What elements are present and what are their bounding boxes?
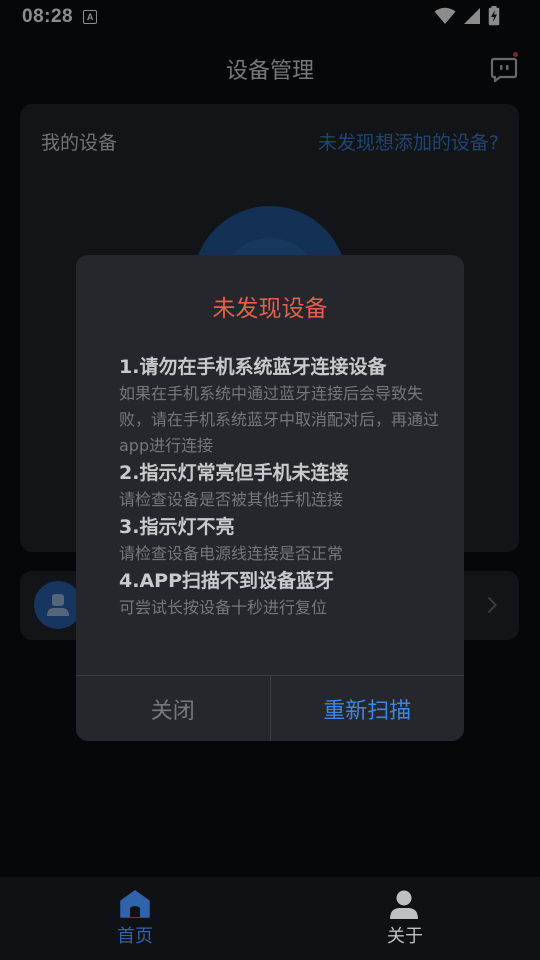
person-icon	[390, 890, 418, 919]
tip-heading: 2.指示灯常亮但手机未连接	[119, 462, 349, 484]
tip-description: 可尝试长按设备十秒进行复位	[119, 598, 328, 617]
tip-description: 请检查设备是否被其他手机连接	[119, 490, 344, 509]
nav-about-label: 关于	[387, 926, 423, 947]
rescan-button[interactable]: 重新扫描	[271, 676, 465, 741]
tip-heading: 4.APP扫描不到设备蓝牙	[119, 570, 334, 592]
tip-heading: 1.请勿在手机系统蓝牙连接设备	[119, 356, 387, 378]
dialog-footer: 关闭 重新扫描	[76, 675, 464, 741]
dialog-body: 1.请勿在手机系统蓝牙连接设备 如果在手机系统中通过蓝牙连接后会导致失败，请在手…	[119, 353, 439, 621]
device-not-found-dialog: 未发现设备 1.请勿在手机系统蓝牙连接设备 如果在手机系统中通过蓝牙连接后会导致…	[76, 255, 464, 741]
dialog-title: 未发现设备	[212, 296, 328, 322]
nav-home-label: 首页	[117, 926, 153, 947]
nav-home[interactable]: 首页	[0, 877, 270, 960]
tip-heading: 3.指示灯不亮	[119, 516, 235, 538]
nav-about[interactable]: 关于	[270, 877, 540, 960]
tip-description: 如果在手机系统中通过蓝牙连接后会导致失败，请在手机系统蓝牙中取消配对后，再通过a…	[119, 384, 440, 455]
tip-description: 请检查设备电源线连接是否正常	[119, 544, 344, 563]
bottom-nav: 首页 关于	[0, 877, 540, 960]
close-button[interactable]: 关闭	[76, 676, 271, 741]
home-icon	[120, 890, 150, 918]
